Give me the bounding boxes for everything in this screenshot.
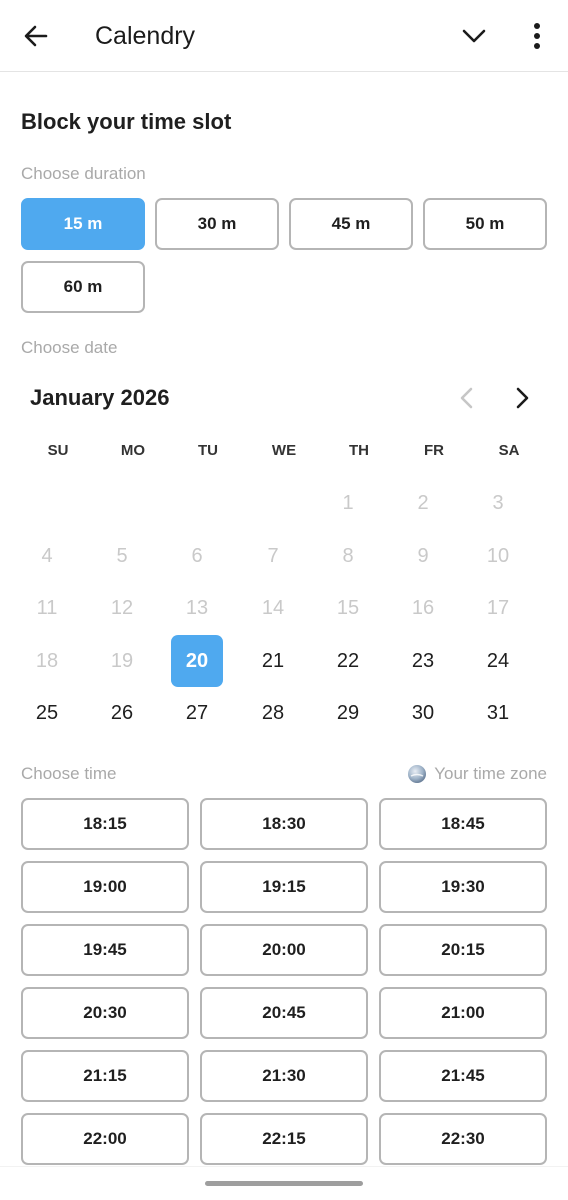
time-slot[interactable]: 20:15 — [379, 924, 547, 976]
duration-option-50[interactable]: 50 m — [423, 198, 547, 250]
time-slot[interactable]: 21:00 — [379, 987, 547, 1039]
calendar-day-selected[interactable]: 20 — [171, 635, 223, 687]
calendar-day[interactable]: 24 — [472, 635, 524, 687]
calendar-day[interactable]: 22 — [322, 635, 374, 687]
calendar-day: 5 — [116, 544, 128, 567]
calendar-day[interactable]: 27 — [171, 687, 223, 739]
time-slot[interactable]: 21:15 — [21, 1050, 189, 1102]
calendar-day: 1 — [342, 491, 354, 514]
time-slot[interactable]: 20:00 — [200, 924, 368, 976]
time-slot[interactable]: 22:15 — [200, 1113, 368, 1165]
timezone-label: Your time zone — [434, 764, 547, 783]
duration-caption: Choose duration — [21, 164, 146, 183]
weekday-label: SU — [47, 442, 69, 459]
time-slot[interactable]: 19:45 — [21, 924, 189, 976]
weekday-label: TH — [349, 442, 369, 459]
time-slot[interactable]: 19:30 — [379, 861, 547, 913]
chevron-left-icon — [460, 387, 473, 409]
month-label: January 2026 — [30, 385, 170, 410]
date-caption: Choose date — [21, 338, 118, 357]
calendar-day[interactable]: 21 — [247, 635, 299, 687]
home-indicator[interactable] — [205, 1181, 363, 1186]
weekday-label: WE — [271, 442, 297, 459]
time-slot[interactable]: 22:30 — [379, 1113, 547, 1165]
calendar-day: 16 — [411, 596, 435, 619]
arrow-left-icon — [24, 25, 48, 47]
app-title: Calendry — [95, 22, 196, 50]
duration-option-15[interactable]: 15 m — [21, 198, 145, 250]
calendar-day[interactable]: 30 — [397, 687, 449, 739]
calendar-day: 14 — [261, 596, 285, 619]
calendar-day: 2 — [417, 491, 429, 514]
app-bar: Calendry — [0, 0, 568, 72]
calendar-day[interactable]: 29 — [322, 687, 374, 739]
more-options-button[interactable] — [519, 18, 555, 54]
time-slot[interactable]: 19:15 — [200, 861, 368, 913]
time-slot[interactable]: 18:30 — [200, 798, 368, 850]
timezone-selector[interactable]: Your time zone — [407, 762, 547, 786]
weekday-label: MO — [120, 442, 146, 459]
calendar-day[interactable]: 25 — [21, 687, 73, 739]
calendar-day: 13 — [185, 596, 209, 619]
back-button[interactable] — [18, 18, 54, 54]
calendar-day[interactable]: 31 — [472, 687, 524, 739]
weekday-label: SA — [498, 442, 520, 459]
time-slot[interactable]: 20:30 — [21, 987, 189, 1039]
expand-button[interactable] — [456, 18, 492, 54]
calendar-day[interactable]: 28 — [247, 687, 299, 739]
globe-icon — [408, 765, 427, 783]
calendar-day: 7 — [267, 544, 279, 567]
time-slot[interactable]: 18:45 — [379, 798, 547, 850]
calendar-day: 3 — [492, 491, 504, 514]
chevron-down-icon — [462, 29, 486, 43]
time-slot[interactable]: 20:45 — [200, 987, 368, 1039]
more-vertical-icon — [534, 23, 540, 49]
section-title: Block your time slot — [21, 109, 232, 134]
time-slot[interactable]: 21:45 — [379, 1050, 547, 1102]
calendar-day[interactable]: 23 — [397, 635, 449, 687]
time-slot[interactable]: 22:00 — [21, 1113, 189, 1165]
calendar-day: 8 — [342, 544, 354, 567]
next-month-button[interactable] — [506, 382, 538, 414]
calendar-day: 19 — [110, 649, 134, 672]
duration-option-60[interactable]: 60 m — [21, 261, 145, 313]
calendar-day: 9 — [417, 544, 429, 567]
calendar-day: 18 — [35, 649, 59, 672]
weekday-label: TU — [198, 442, 218, 459]
time-slot[interactable]: 18:15 — [21, 798, 189, 850]
calendar-day: 10 — [486, 544, 510, 567]
time-caption: Choose time — [21, 764, 117, 783]
calendar-day: 4 — [41, 544, 53, 567]
calendar-day: 12 — [110, 596, 134, 619]
weekday-label: FR — [424, 442, 444, 459]
calendar-day: 6 — [191, 544, 203, 567]
calendar-day: 15 — [336, 596, 360, 619]
calendar-day: 11 — [36, 596, 58, 619]
calendar-day[interactable]: 26 — [96, 687, 148, 739]
time-slot[interactable]: 21:30 — [200, 1050, 368, 1102]
time-slot[interactable]: 19:00 — [21, 861, 189, 913]
duration-option-45[interactable]: 45 m — [289, 198, 413, 250]
duration-option-30[interactable]: 30 m — [155, 198, 279, 250]
prev-month-button[interactable] — [451, 382, 483, 414]
chevron-right-icon — [516, 387, 529, 409]
calendar-day: 17 — [486, 596, 510, 619]
